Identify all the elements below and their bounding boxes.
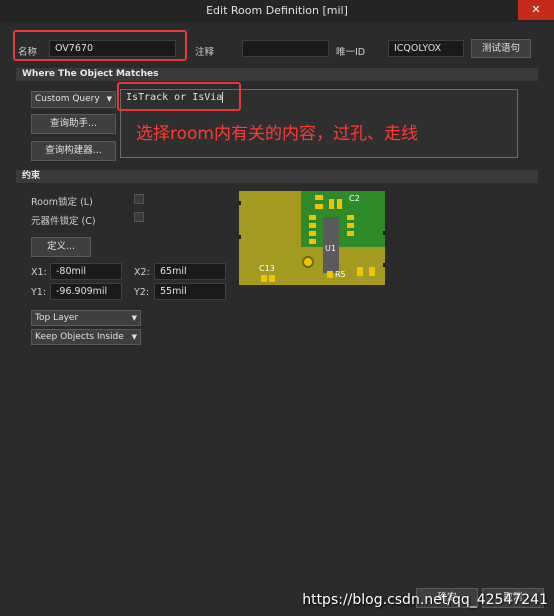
unique-id-label: 唯一ID xyxy=(336,47,366,58)
query-type-value: Custom Query xyxy=(35,94,100,104)
comment-label: 注释 xyxy=(195,47,215,58)
chevron-down-icon: ▼ xyxy=(106,95,112,103)
name-highlight-box xyxy=(13,30,187,61)
keep-mode-dropdown[interactable]: Keep Objects Inside ▼ xyxy=(31,329,141,345)
test-query-button[interactable]: 测试语句 xyxy=(471,39,531,58)
title-bar: Edit Room Definition [mil] ✕ xyxy=(0,0,554,22)
window-title: Edit Room Definition [mil] xyxy=(206,4,348,17)
define-button[interactable]: 定义... xyxy=(31,237,91,257)
layer-value: Top Layer xyxy=(35,313,79,323)
component-lock-label: 元器件锁定 (C) xyxy=(31,216,96,227)
unique-id-input[interactable]: ICQOLYOX xyxy=(388,40,464,57)
via-circle xyxy=(302,256,314,268)
query-builder-button[interactable]: 查询构建器... xyxy=(31,141,116,161)
query-type-dropdown[interactable]: Custom Query ▼ xyxy=(31,91,116,108)
query-highlight-box xyxy=(117,82,241,111)
layer-dropdown[interactable]: Top Layer ▼ xyxy=(31,310,141,326)
chevron-down-icon: ▼ xyxy=(131,333,137,341)
x1-input[interactable]: -80mil xyxy=(50,263,122,280)
x2-input[interactable]: 65mil xyxy=(154,263,226,280)
y1-label: Y1: xyxy=(31,287,47,298)
annotation-text: 选择room内有关的内容，过孔、走线 xyxy=(136,124,418,144)
comment-input[interactable] xyxy=(242,40,329,57)
y2-label: Y2: xyxy=(134,287,150,298)
y2-input[interactable]: 55mil xyxy=(154,283,226,300)
component-lock-checkbox[interactable] xyxy=(134,212,144,222)
watermark: https://blog.csdn.net/qq_42547241 xyxy=(302,592,548,608)
constraints-section-header: 约束 xyxy=(16,170,538,183)
c13-label: C13 xyxy=(259,264,275,273)
r5-label: R5 xyxy=(335,270,346,279)
room-lock-label: Room锁定 (L) xyxy=(31,197,93,208)
close-button[interactable]: ✕ xyxy=(518,0,554,20)
query-helper-button[interactable]: 查询助手... xyxy=(31,114,116,134)
x1-label: X1: xyxy=(31,267,47,278)
close-icon: ✕ xyxy=(531,3,541,16)
room-lock-checkbox[interactable] xyxy=(134,194,144,204)
keep-mode-value: Keep Objects Inside xyxy=(35,332,124,342)
room-preview: C2 U1 C13 R5 xyxy=(239,191,385,285)
x2-label: X2: xyxy=(134,267,150,278)
chevron-down-icon: ▼ xyxy=(131,314,137,322)
u1-label: U1 xyxy=(325,244,336,253)
where-section-header: Where The Object Matches xyxy=(16,68,538,81)
y1-input[interactable]: -96.909mil xyxy=(50,283,122,300)
c2-label: C2 xyxy=(349,194,360,203)
